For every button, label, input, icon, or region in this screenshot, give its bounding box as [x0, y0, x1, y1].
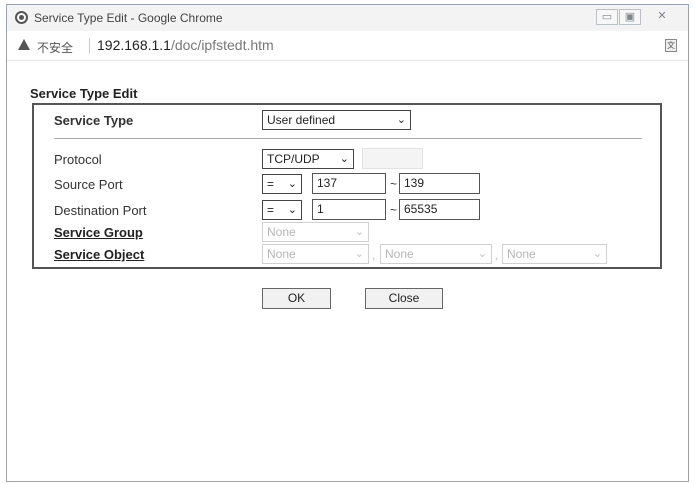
chevron-down-icon: ⌄ — [354, 226, 364, 238]
url-host: 192.168.1.1 — [97, 37, 171, 53]
address-bar[interactable]: 不安全 192.168.1.1/doc/ipfstedt.htm 文 — [7, 31, 688, 61]
warning-icon[interactable] — [18, 39, 30, 50]
list-separator: , — [372, 248, 376, 262]
minimize-button[interactable]: ▭ — [596, 9, 618, 25]
window-title: Service Type Edit - Google Chrome — [34, 11, 223, 25]
protocol-number-input[interactable] — [362, 148, 423, 169]
source-port-operator-select[interactable]: = ⌄ — [262, 174, 302, 194]
chevron-down-icon: ⌄ — [396, 114, 406, 126]
service-object-link[interactable]: Service Object — [54, 247, 144, 262]
service-group-select[interactable]: None ⌄ — [262, 222, 369, 242]
service-object-value-1: None — [267, 247, 296, 261]
chevron-down-icon: ⌄ — [339, 153, 349, 165]
ok-button[interactable]: OK — [262, 288, 331, 309]
service-object-select-2[interactable]: None ⌄ — [380, 244, 492, 264]
close-window-button[interactable]: ✕ — [651, 9, 673, 25]
service-type-panel: Service Type User defined ⌄ Protocol TCP… — [32, 103, 662, 269]
protocol-select[interactable]: TCP/UDP ⌄ — [262, 149, 354, 169]
page-title: Service Type Edit — [30, 86, 138, 101]
security-label[interactable]: 不安全 — [37, 39, 73, 56]
chevron-down-icon: ⌄ — [354, 248, 364, 260]
source-port-label: Source Port — [54, 177, 123, 192]
service-object-select-3[interactable]: None ⌄ — [502, 244, 607, 264]
divider-line — [54, 138, 642, 139]
chevron-down-icon: ⌄ — [592, 248, 602, 260]
url-path: /doc/ipfstedt.htm — [170, 37, 274, 53]
destination-port-end-input[interactable]: 65535 — [399, 199, 480, 220]
destination-port-operator-select[interactable]: = ⌄ — [262, 200, 302, 220]
maximize-button[interactable]: ▣ — [619, 9, 641, 25]
translate-icon[interactable]: 文 — [665, 39, 677, 52]
service-group-link[interactable]: Service Group — [54, 225, 143, 240]
service-object-select-1[interactable]: None ⌄ — [262, 244, 369, 264]
destination-port-operator: = — [267, 203, 275, 217]
source-port-end-input[interactable]: 139 — [399, 173, 480, 194]
close-button[interactable]: Close — [365, 288, 443, 309]
destination-port-start-input[interactable]: 1 — [312, 199, 386, 220]
title-bar: Service Type Edit - Google Chrome ▭ ▣ ✕ — [7, 5, 688, 31]
range-separator: ~ — [390, 177, 398, 191]
divider — [89, 38, 90, 54]
service-type-select[interactable]: User defined ⌄ — [262, 110, 411, 130]
chevron-down-icon: ⌄ — [287, 178, 297, 190]
service-type-label: Service Type — [54, 113, 134, 128]
service-object-value-2: None — [385, 247, 414, 261]
service-group-value: None — [267, 225, 296, 239]
range-separator: ~ — [390, 203, 398, 217]
destination-port-label: Destination Port — [54, 203, 147, 218]
url-text[interactable]: 192.168.1.1/doc/ipfstedt.htm — [97, 37, 274, 53]
service-type-value: User defined — [267, 113, 336, 127]
list-separator: , — [495, 248, 499, 262]
protocol-label: Protocol — [54, 152, 102, 167]
chevron-down-icon: ⌄ — [287, 204, 297, 216]
protocol-value: TCP/UDP — [267, 152, 320, 166]
service-object-value-3: None — [507, 247, 536, 261]
chrome-icon — [15, 11, 28, 24]
source-port-start-input[interactable]: 137 — [312, 173, 386, 194]
chevron-down-icon: ⌄ — [477, 248, 487, 260]
source-port-operator: = — [267, 177, 275, 191]
